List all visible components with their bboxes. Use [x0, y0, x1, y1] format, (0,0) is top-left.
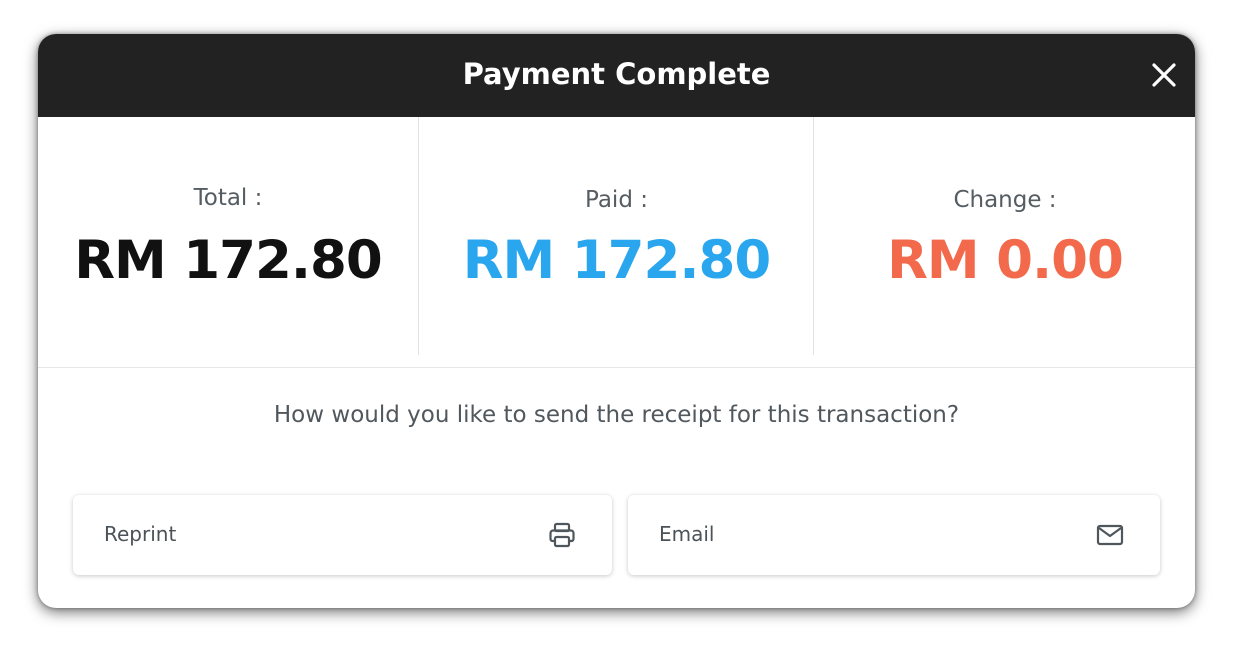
- payment-summary: Total : RM 172.80 Paid : RM 172.80 Chang…: [38, 117, 1195, 368]
- receipt-question: How would you like to send the receipt f…: [273, 402, 960, 428]
- close-icon[interactable]: [1145, 56, 1183, 94]
- mail-icon: [1096, 524, 1124, 546]
- reprint-button[interactable]: Reprint: [73, 495, 612, 575]
- close-button[interactable]: [1145, 56, 1183, 94]
- paid-label: Paid :: [585, 187, 648, 213]
- modal-header: Payment Complete: [38, 34, 1195, 117]
- modal-title: Payment Complete: [462, 57, 771, 91]
- email-button[interactable]: Email: [628, 495, 1160, 575]
- change-amount: RM 0.00: [887, 230, 1124, 291]
- payment-complete-modal: Payment Complete Total : RM 172.80 Paid …: [38, 34, 1195, 608]
- paid-amount: RM 172.80: [462, 230, 772, 291]
- email-label: Email: [659, 522, 715, 546]
- printer-icon: [549, 522, 575, 548]
- total-amount: RM 172.80: [74, 230, 383, 291]
- change-label: Change :: [953, 187, 1057, 213]
- total-label: Total :: [193, 185, 263, 211]
- paid-section: Paid : RM 172.80: [418, 117, 814, 355]
- total-section: Total : RM 172.80: [38, 117, 418, 355]
- reprint-label: Reprint: [104, 522, 177, 546]
- change-section: Change : RM 0.00: [813, 117, 1195, 355]
